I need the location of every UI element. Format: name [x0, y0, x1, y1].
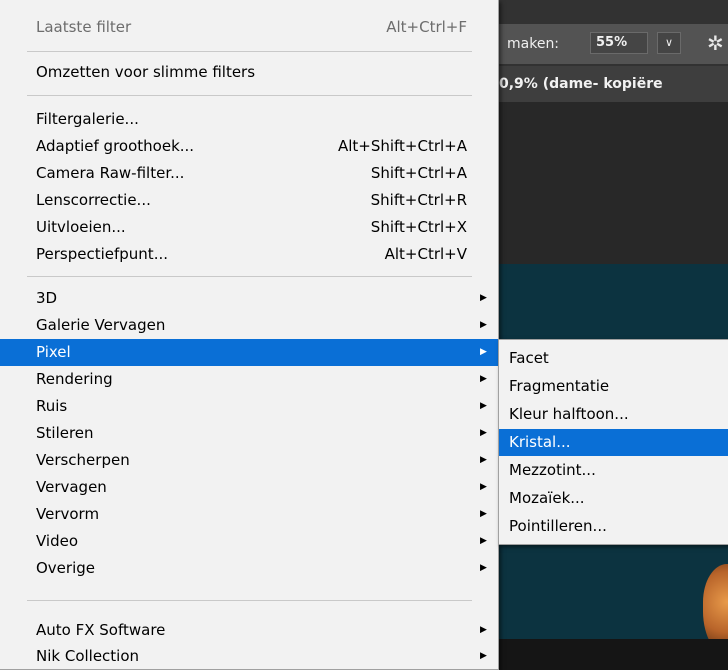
- submenu-arrow-icon: ▶: [480, 374, 487, 384]
- menu-item-label: Camera Raw-filter...: [36, 164, 185, 182]
- menu-item-camera-raw[interactable]: Camera Raw-filter... Shift+Ctrl+A: [0, 160, 498, 187]
- submenu-arrow-icon: ▶: [480, 401, 487, 411]
- zoom-label: maken:: [507, 36, 560, 52]
- menu-item-nik-collection[interactable]: Nik Collection ▶: [0, 643, 498, 670]
- menu-item-shortcut: Alt+Shift+Ctrl+A: [337, 137, 467, 155]
- menu-item-label: Kleur halftoon...: [509, 405, 629, 423]
- submenu-item-mosaic[interactable]: Mozaïek...: [499, 485, 728, 512]
- menu-item-label: Laatste filter: [36, 18, 132, 36]
- submenu-arrow-icon: ▶: [480, 509, 487, 519]
- submenu-arrow-icon: ▶: [480, 563, 487, 573]
- menu-item-label: Fragmentatie: [509, 377, 610, 395]
- zoom-dropdown-button[interactable]: ∨: [657, 32, 681, 54]
- document-tab-title: 0,9% (dame- kopiëre: [499, 76, 663, 92]
- submenu-arrow-icon: ▶: [480, 482, 487, 492]
- submenu-item-pointillize[interactable]: Pointilleren...: [499, 513, 728, 540]
- menu-item-shortcut: Shift+Ctrl+R: [370, 191, 467, 209]
- submenu-item-crystallize[interactable]: Kristal...: [499, 429, 728, 456]
- menu-item-shortcut: Alt+Ctrl+V: [384, 245, 467, 263]
- menu-separator: [27, 95, 472, 96]
- submenu-arrow-icon: ▶: [480, 455, 487, 465]
- menu-item-label: Mezzotint...: [509, 461, 596, 479]
- menu-item-video[interactable]: Video ▶: [0, 528, 498, 555]
- submenu-arrow-icon: ▶: [480, 536, 487, 546]
- menu-item-shortcut: Alt+Ctrl+F: [386, 18, 467, 36]
- menu-item-label: Rendering: [36, 370, 113, 388]
- menu-item-label: Overige: [36, 559, 95, 577]
- menu-item-label: Pointilleren...: [509, 517, 607, 535]
- menu-item-shortcut: Shift+Ctrl+A: [370, 164, 467, 182]
- menu-item-label: Mozaïek...: [509, 489, 585, 507]
- menu-separator: [27, 600, 472, 601]
- menu-item-stylize[interactable]: Stileren ▶: [0, 420, 498, 447]
- menu-separator: [27, 276, 472, 277]
- menu-item-rendering[interactable]: Rendering ▶: [0, 366, 498, 393]
- submenu-item-fragment[interactable]: Fragmentatie: [499, 373, 728, 400]
- zoom-field[interactable]: 55%: [590, 32, 648, 54]
- menu-item-other[interactable]: Overige ▶: [0, 555, 498, 582]
- gear-icon[interactable]: ✲: [707, 31, 724, 55]
- menu-item-label: Auto FX Software: [36, 621, 166, 639]
- document-tab[interactable]: 0,9% (dame- kopiëre: [493, 66, 728, 102]
- menu-item-convert-smart-filters[interactable]: Omzetten voor slimme filters: [0, 59, 498, 86]
- menu-item-blur[interactable]: Vervagen ▶: [0, 474, 498, 501]
- menu-item-pixel[interactable]: Pixel ▶: [0, 339, 498, 366]
- submenu-item-mezzotint[interactable]: Mezzotint...: [499, 457, 728, 484]
- submenu-arrow-icon: ▶: [480, 428, 487, 438]
- menu-item-filter-gallery[interactable]: Filtergalerie...: [0, 106, 498, 133]
- menu-item-shortcut: Shift+Ctrl+X: [370, 218, 467, 236]
- menu-item-label: 3D: [36, 289, 58, 307]
- options-bar: maken: 55% ∨ ✲: [493, 24, 728, 64]
- menu-item-label: Stileren: [36, 424, 94, 442]
- menu-item-adaptive-wide-angle[interactable]: Adaptief groothoek... Alt+Shift+Ctrl+A: [0, 133, 498, 160]
- menu-item-label: Vervorm: [36, 505, 100, 523]
- canvas-pasteboard: [493, 102, 728, 264]
- menu-item-label: Pixel: [36, 343, 71, 361]
- menu-separator: [27, 51, 472, 52]
- menu-item-blur-gallery[interactable]: Galerie Vervagen ▶: [0, 312, 498, 339]
- submenu-item-color-halftone[interactable]: Kleur halftoon...: [499, 401, 728, 428]
- menu-item-label: Omzetten voor slimme filters: [36, 63, 256, 81]
- menu-item-3d[interactable]: 3D ▶: [0, 285, 498, 312]
- pixel-submenu: Facet Fragmentatie Kleur halftoon... Kri…: [498, 339, 728, 545]
- menu-item-label: Galerie Vervagen: [36, 316, 166, 334]
- submenu-item-facet[interactable]: Facet: [499, 345, 728, 372]
- menu-item-noise[interactable]: Ruis ▶: [0, 393, 498, 420]
- menu-item-auto-fx-software[interactable]: Auto FX Software ▶: [0, 617, 498, 644]
- menu-item-label: Perspectiefpunt...: [36, 245, 168, 263]
- canvas-bottom-edge: [493, 639, 728, 670]
- submenu-arrow-icon: ▶: [480, 320, 487, 330]
- menu-item-label: Adaptief groothoek...: [36, 137, 195, 155]
- menu-item-label: Verscherpen: [36, 451, 130, 469]
- menu-item-vanishing-point[interactable]: Perspectiefpunt... Alt+Ctrl+V: [0, 241, 498, 268]
- menu-item-distort[interactable]: Vervorm ▶: [0, 501, 498, 528]
- filter-menu: Laatste filter Alt+Ctrl+F Omzetten voor …: [0, 0, 499, 670]
- menu-item-label: Vervagen: [36, 478, 107, 496]
- menu-item-label: Filtergalerie...: [36, 110, 139, 128]
- menu-item-label: Kristal...: [509, 433, 571, 451]
- menu-item-label: Ruis: [36, 397, 68, 415]
- menu-item-label: Nik Collection: [36, 647, 140, 665]
- menu-item-liquify[interactable]: Uitvloeien... Shift+Ctrl+X: [0, 214, 498, 241]
- submenu-arrow-icon: ▶: [480, 625, 487, 635]
- menu-item-label: Uitvloeien...: [36, 218, 126, 236]
- menu-item-label: Video: [36, 532, 79, 550]
- menu-item-label: Facet: [509, 349, 549, 367]
- menu-item-lens-correction[interactable]: Lenscorrectie... Shift+Ctrl+R: [0, 187, 498, 214]
- submenu-arrow-icon: ▶: [480, 347, 487, 357]
- menu-item-last-filter[interactable]: Laatste filter Alt+Ctrl+F: [0, 14, 498, 41]
- submenu-arrow-icon: ▶: [480, 651, 487, 661]
- menu-item-label: Lenscorrectie...: [36, 191, 151, 209]
- menu-item-sharpen[interactable]: Verscherpen ▶: [0, 447, 498, 474]
- submenu-arrow-icon: ▶: [480, 293, 487, 303]
